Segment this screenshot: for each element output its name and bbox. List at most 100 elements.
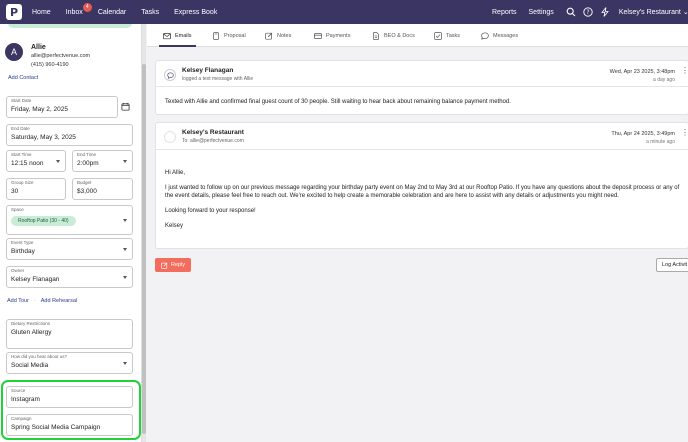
inbox-badge: 4 (82, 2, 92, 12)
owner-value: Kelsey Flanagan (11, 276, 60, 283)
bolt-icon[interactable] (600, 7, 611, 18)
nav-tasks[interactable]: Tasks (141, 9, 159, 16)
heard-about-label: How did you hear about us? (11, 354, 68, 359)
nav-inbox[interactable]: Inbox 4 (65, 2, 92, 16)
dietary-label: Dietary Restrictions (11, 321, 51, 326)
nav-inbox-label: Inbox (65, 8, 83, 16)
chevron-down-icon (56, 160, 60, 163)
sidebar-scrollbar[interactable] (142, 24, 146, 442)
chat-icon (164, 69, 176, 81)
nav-left: Home Inbox 4 Calendar Tasks Express Book (32, 2, 232, 16)
card-icon (314, 32, 322, 39)
add-rehearsal-link[interactable]: Add Rehearsal (41, 298, 77, 304)
nav-calendar[interactable]: Calendar (98, 9, 126, 16)
document-icon (213, 31, 219, 40)
contact-email: allie@perfectvenue.com (31, 53, 91, 59)
file-icon (373, 31, 379, 40)
contact-info: Allie allie@perfectvenue.com (415) 960-4… (31, 43, 90, 70)
status-pill-partial (8, 24, 132, 28)
calendar-icon[interactable] (121, 102, 130, 111)
chevron-down-icon (123, 276, 127, 279)
contact-card[interactable]: A Allie allie@perfectvenue.com (415) 960… (5, 43, 90, 70)
message-sender: Kelsey's Restaurant (182, 129, 244, 136)
chevron-down-icon (123, 248, 127, 251)
message-body: Texted with Allie and confirmed final gu… (165, 98, 680, 106)
start-date-field[interactable]: Start Date Friday, May 2, 2025 (6, 96, 118, 118)
separator-dot: · (33, 298, 36, 304)
message-date: Wed, Apr 23 2025, 3:48pm (609, 69, 675, 75)
tab-notes[interactable]: Notes (261, 24, 295, 47)
contact-name: Allie (31, 44, 46, 51)
end-date-label: End Date (11, 126, 30, 131)
restaurant-switcher[interactable]: Kelsey's Restaurant ⌄ (619, 8, 688, 16)
dietary-value: Gluten Allergy (11, 329, 52, 336)
chevron-down-icon: ⌄ (682, 9, 688, 16)
message-ago: a minute ago (646, 139, 675, 145)
tab-messages[interactable]: Messages (477, 24, 522, 47)
start-time-label: Start Time (11, 152, 32, 157)
restaurant-name: Kelsey's Restaurant (618, 9, 681, 16)
group-size-field[interactable]: Group Size 30 (6, 178, 66, 200)
start-date-value: Friday, May 2, 2025 (11, 106, 68, 113)
log-activity-button[interactable]: Log Activit (656, 258, 688, 272)
tab-tasks[interactable]: Tasks (430, 24, 464, 47)
event-type-select[interactable]: Event Type Birthday (6, 238, 133, 260)
message-card: Kelsey Flanagan logged a text message wi… (155, 60, 688, 115)
nav-settings[interactable]: Settings (529, 9, 554, 16)
owner-select[interactable]: Owner Kelsey Flanagan (6, 266, 133, 288)
help-icon[interactable]: ? (583, 7, 594, 18)
message-card: Kelsey's Restaurant To: allie@perfectven… (155, 122, 688, 249)
tab-label: Notes (277, 32, 292, 39)
end-date-value: Saturday, May 3, 2025 (11, 134, 76, 141)
start-date-label: Start Date (11, 98, 32, 103)
search-icon[interactable] (566, 7, 577, 18)
message-paragraph: Kelsey (165, 223, 184, 229)
divider (156, 149, 688, 150)
add-links: Add Tour · Add Rehearsal (7, 298, 77, 304)
budget-field[interactable]: Budget $3,000 (72, 178, 133, 200)
highlight-box (1, 380, 141, 440)
avatar (164, 131, 176, 143)
space-chip[interactable]: Rooftop Patio (30 - 40) (11, 216, 76, 226)
message-sender: Kelsey Flanagan (182, 67, 234, 74)
app-logo[interactable]: P (6, 4, 22, 20)
start-time-select[interactable]: Start Time 12:15 noon (6, 150, 66, 172)
group-size-label: Group Size (11, 180, 34, 185)
message-header: Kelsey Flanagan logged a text message wi… (164, 67, 253, 83)
end-date-field[interactable]: End Date Saturday, May 3, 2025 (6, 124, 133, 146)
message-ago: a day ago (653, 77, 675, 83)
nav-reports[interactable]: Reports (492, 9, 517, 16)
edit-icon (161, 262, 168, 269)
more-options-icon[interactable]: ⋮ (681, 129, 688, 137)
tab-proposal[interactable]: Proposal (208, 24, 250, 47)
heard-about-select[interactable]: How did you hear about us? Social Media (6, 352, 133, 374)
nav-right: Reports Settings ? Kelsey's Restaurant ⌄ (492, 0, 688, 24)
reply-button[interactable]: Reply (155, 258, 191, 272)
tab-label: BEO & Docs (384, 32, 415, 39)
more-options-icon[interactable]: ⋮ (681, 67, 688, 75)
owner-label: Owner (11, 268, 25, 273)
chevron-down-icon (123, 219, 127, 222)
nav-home[interactable]: Home (32, 9, 51, 16)
message-body: Hi Allie, I just wanted to follow up on … (165, 169, 688, 237)
end-time-select[interactable]: End Time 2:00pm (72, 150, 133, 172)
add-tour-link[interactable]: Add Tour (7, 298, 29, 304)
start-time-value: 12:15 noon (11, 160, 44, 167)
dietary-field[interactable]: Dietary Restrictions Gluten Allergy (6, 319, 133, 349)
nav-express-book[interactable]: Express Book (174, 9, 217, 16)
scrollbar-thumb[interactable] (142, 64, 146, 434)
tab-emails[interactable]: Emails (159, 24, 196, 47)
main-panel: Emails Proposal Notes Payments BEO & Doc… (147, 24, 688, 442)
space-label: Space (11, 207, 24, 212)
check-icon (434, 31, 442, 40)
tab-beo-docs[interactable]: BEO & Docs (368, 24, 419, 47)
space-select[interactable]: Space Rooftop Patio (30 - 40) (6, 205, 133, 235)
message-recipient: To: allie@perfectvenue.com (182, 138, 244, 144)
add-contact-link[interactable]: Add Contact (8, 75, 38, 81)
message-timestamp: Wed, Apr 23 2025, 3:48pm a day ago (610, 68, 675, 84)
tab-label: Messages (493, 32, 519, 39)
tab-label: Tasks (446, 32, 461, 39)
message-paragraph: Hi Allie, (165, 170, 186, 176)
message-paragraph: Looking forward to your response! (165, 208, 256, 214)
tab-payments[interactable]: Payments (310, 24, 354, 47)
